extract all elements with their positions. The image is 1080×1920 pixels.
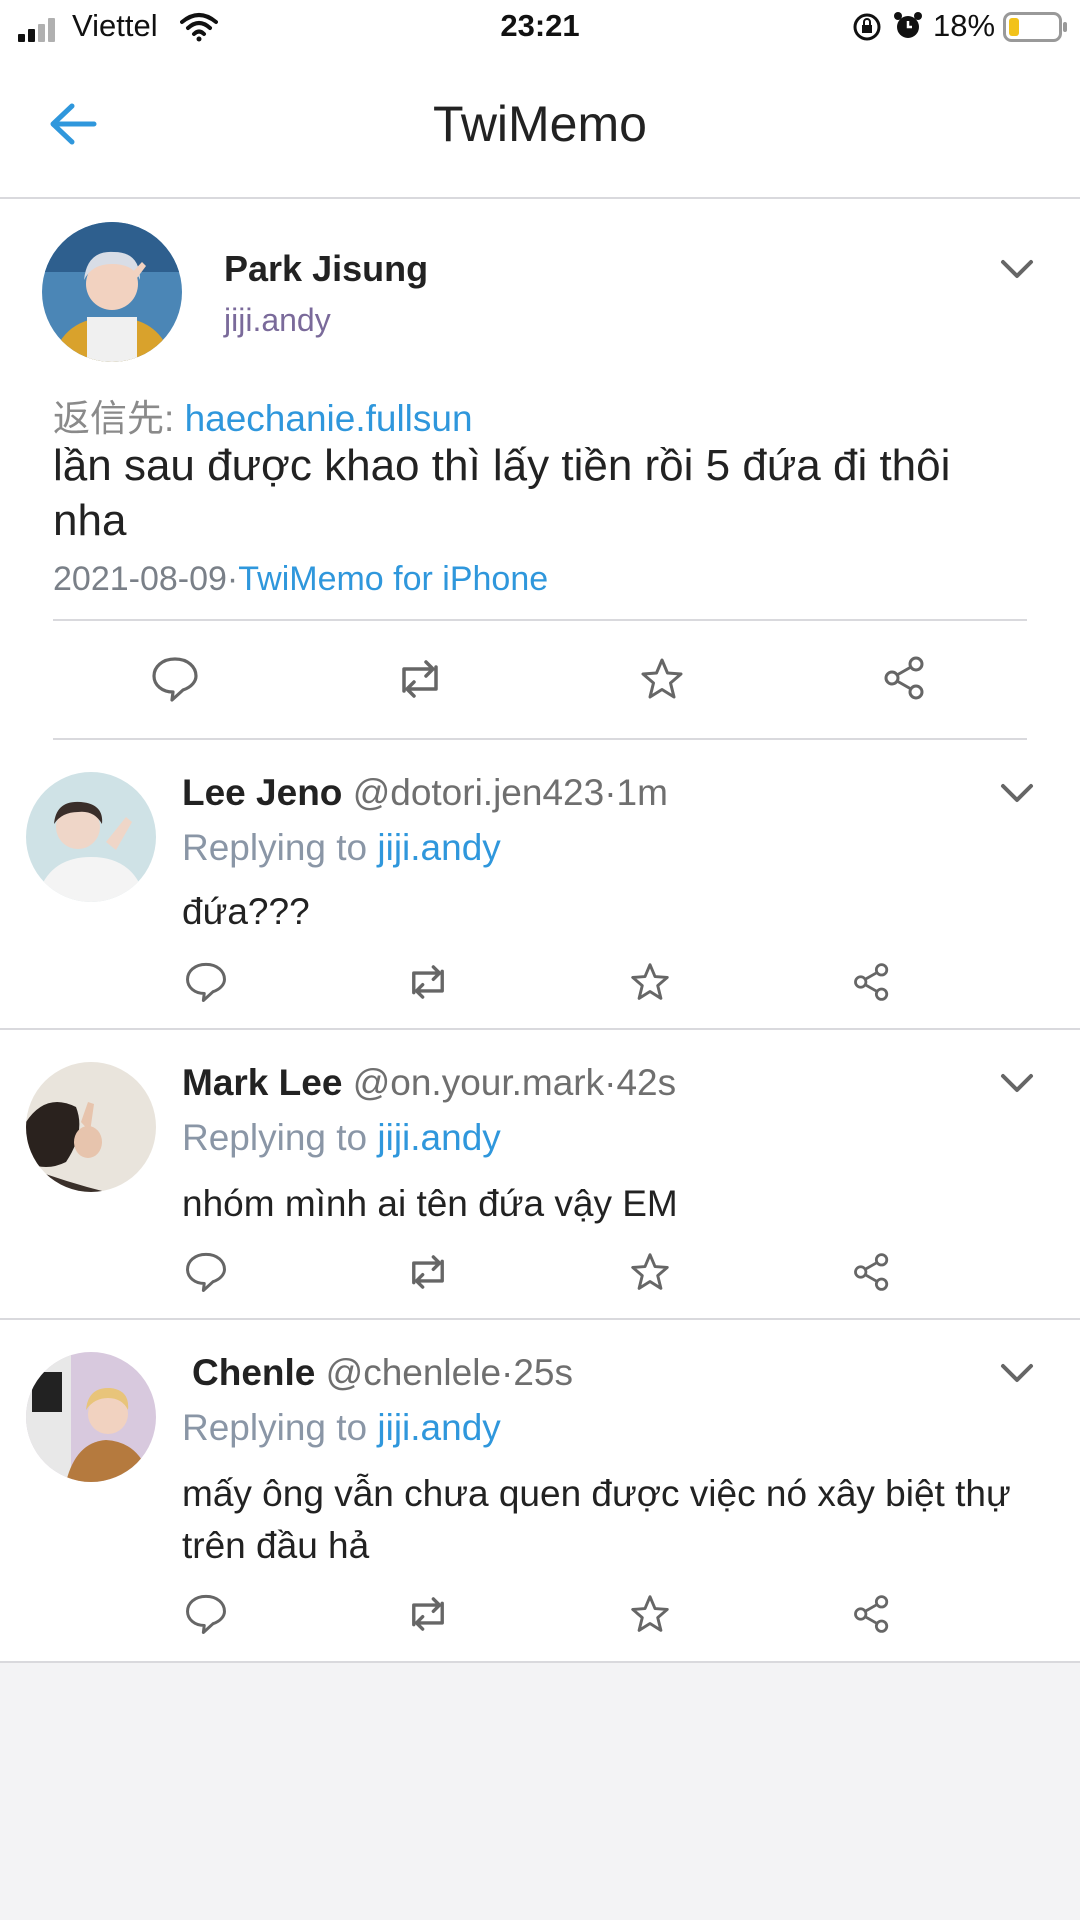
favorite-star-icon[interactable]	[630, 962, 670, 1002]
share-icon[interactable]	[882, 655, 928, 701]
chevron-down-icon[interactable]	[1000, 258, 1034, 285]
avatar-park-jisung[interactable]	[42, 222, 182, 362]
retweet-icon[interactable]	[404, 1594, 452, 1634]
avatar-mark-lee[interactable]	[26, 1062, 156, 1192]
chevron-down-icon[interactable]	[1000, 782, 1034, 809]
tweet-text: lần sau được khao thì lấy tiền rồi 5 đứa…	[53, 441, 951, 545]
author-handle[interactable]: jiji.andy	[224, 302, 331, 339]
chevron-down-icon[interactable]	[1000, 1362, 1034, 1389]
share-icon[interactable]	[852, 962, 892, 1002]
nav-divider	[0, 197, 1080, 199]
chevron-down-icon[interactable]	[1000, 1072, 1034, 1099]
rotation-lock-icon	[852, 12, 882, 47]
favorite-star-icon[interactable]	[630, 1252, 670, 1292]
replying-to-link[interactable]: jiji.andy	[377, 1407, 500, 1448]
replying-to-link[interactable]: jiji.andy	[377, 1117, 500, 1158]
replying-to-line: Replying to jiji.andy	[182, 827, 501, 869]
replying-label: Replying to	[182, 1407, 368, 1448]
reply-divider	[0, 1318, 1080, 1320]
replying-to-line: Replying to jiji.andy	[182, 1117, 501, 1159]
reply-author-handle[interactable]: @on.your.mark	[353, 1062, 604, 1103]
replying-label: Replying to	[182, 1117, 368, 1158]
reply-author-name: Lee Jeno	[182, 772, 343, 813]
alarm-icon	[893, 11, 923, 46]
reply-to-link[interactable]: haechanie.fullsun	[185, 398, 473, 439]
reply-time: ·42s	[604, 1062, 677, 1103]
retweet-icon[interactable]	[404, 962, 452, 1002]
tweet-source-link[interactable]: TwiMemo for iPhone	[238, 560, 548, 598]
retweet-icon[interactable]	[404, 1252, 452, 1292]
reply-time: ·25s	[501, 1352, 574, 1393]
retweet-icon[interactable]	[393, 657, 447, 701]
page-title: TwiMemo	[433, 96, 647, 152]
reply-text: mấy ông vẫn chưa quen được việc nó xây b…	[182, 1473, 1011, 1566]
reply-author-line: Lee Jeno @dotori.jen423·1m	[182, 772, 668, 814]
author-name: Park Jisung	[224, 248, 429, 289]
favorite-star-icon[interactable]	[630, 1594, 670, 1634]
favorite-star-icon[interactable]	[640, 657, 684, 701]
reply-author-name: Chenle	[192, 1352, 316, 1393]
main-tweet-divider	[53, 619, 1027, 621]
reply-icon[interactable]	[184, 960, 228, 1004]
reply-author-name: Mark Lee	[182, 1062, 343, 1103]
reply-divider	[0, 1028, 1080, 1030]
avatar-chenle[interactable]	[26, 1352, 156, 1482]
tweet-meta: 2021-08-09·TwiMemo for iPhone	[53, 560, 548, 599]
tweet-date: 2021-08-09	[53, 560, 227, 598]
replying-label: Replying to	[182, 827, 368, 868]
reply-author-line: Mark Lee @on.your.mark·42s	[182, 1062, 676, 1104]
reply-prefix: 返信先:	[53, 398, 175, 439]
reply-icon[interactable]	[150, 655, 200, 703]
battery-icon	[1003, 12, 1069, 47]
reply-text: nhóm mình ai tên đứa vậy EM	[182, 1183, 678, 1224]
share-icon[interactable]	[852, 1252, 892, 1292]
avatar-lee-jeno[interactable]	[26, 772, 156, 902]
reply-divider	[0, 1661, 1080, 1663]
replying-to-line: Replying to jiji.andy	[182, 1407, 501, 1449]
reply-author-handle[interactable]: @dotori.jen423	[353, 772, 605, 813]
reply-text: đứa???	[182, 891, 310, 932]
replying-to-link[interactable]: jiji.andy	[377, 827, 500, 868]
status-bar: Viettel 23:21 18%	[0, 0, 1080, 60]
battery-percentage: 18%	[933, 8, 996, 43]
action-bar-divider	[53, 738, 1027, 740]
reply-icon[interactable]	[184, 1592, 228, 1636]
reply-to-line: 返信先: haechanie.fullsun	[53, 388, 473, 442]
reply-author-handle[interactable]: @chenlele	[326, 1352, 501, 1393]
share-icon[interactable]	[852, 1594, 892, 1634]
reply-time: ·1m	[604, 772, 668, 813]
reply-icon[interactable]	[184, 1250, 228, 1294]
reply-author-line: Chenle @chenlele·25s	[192, 1352, 573, 1394]
meta-separator: ·	[226, 560, 239, 598]
